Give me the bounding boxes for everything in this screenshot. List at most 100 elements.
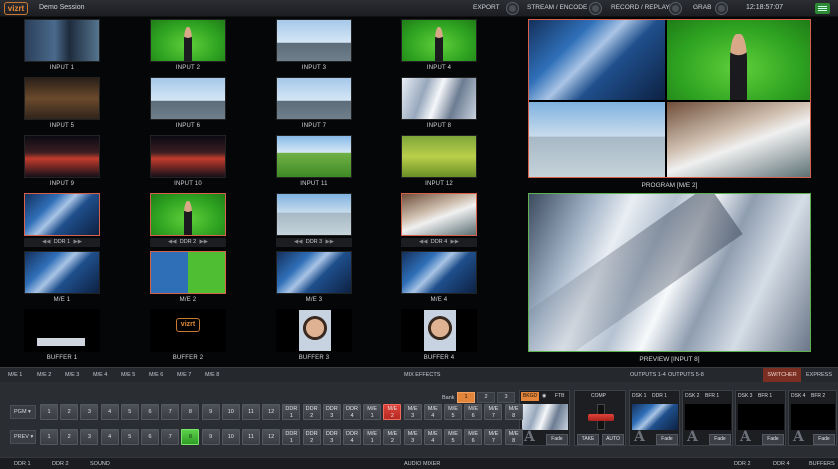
ddr-2-bar[interactable]: ◀◀ DDR 2 ▶▶ [150,238,226,247]
dsk-3-source[interactable]: BFR 1 [758,393,772,399]
prev-row-selector[interactable]: PREV ▾ [10,430,36,444]
ddr-3-bar[interactable]: ◀◀ DDR 3 ▶▶ [276,238,352,247]
pgm-source-button[interactable]: M/E 8 [504,404,523,420]
pgm-source-button[interactable]: DDR 2 [302,404,321,420]
ddr-4-thumbnail[interactable] [401,193,477,236]
tab-outputs-5-8[interactable]: OUTPUTS 5-8 [668,372,704,378]
export-gear-icon[interactable] [507,3,518,14]
prev-source-button[interactable]: M/E 5 [444,429,462,445]
buffer-2-thumbnail[interactable]: vizrt [150,309,226,352]
pgm-source-button[interactable]: M/E 7 [484,404,503,420]
prev-input-button[interactable]: 1 [40,429,58,445]
dsk-4-label[interactable]: DSK 4 [791,393,805,399]
tab-me-2[interactable]: M/E 2 [37,372,51,378]
prev-source-button[interactable]: M/E 8 [504,429,523,445]
dsk-4-fade-button[interactable]: Fade [813,434,835,445]
buffer-1-thumbnail[interactable] [24,309,100,352]
pgm-input-button[interactable]: 3 [80,404,99,420]
prev-source-button[interactable]: DDR 3 [322,429,341,445]
prev-source-button[interactable]: DDR 1 [282,429,301,445]
footer-ddr-2[interactable]: DDR 2 [52,461,69,467]
buffer-3-thumbnail[interactable] [276,309,352,352]
prev-source-button[interactable]: M/E 6 [464,429,483,445]
ddr-4-bar[interactable]: ◀◀ DDR 4 ▶▶ [401,238,477,247]
prev-source-button[interactable]: M/E 1 [363,429,382,445]
pgm-input-button[interactable]: 6 [141,404,159,420]
ddr-1-next-icon[interactable]: ▶▶ [74,238,82,247]
input-9-thumbnail[interactable] [24,135,100,178]
auto-button[interactable]: AUTO [602,434,624,445]
pgm-input-button[interactable]: 5 [120,404,139,420]
me-4-thumbnail[interactable] [401,251,477,294]
dsk-4-source[interactable]: BFR 2 [811,393,825,399]
buffer-4-thumbnail[interactable] [401,309,477,352]
prev-input-button[interactable]: 2 [60,429,79,445]
footer-buffers[interactable]: BUFFERS [809,461,835,467]
pgm-source-button[interactable]: M/E 4 [423,404,442,420]
tab-express[interactable]: EXPRESS [806,372,832,378]
tab-me-6[interactable]: M/E 6 [149,372,163,378]
ddr-2-prev-icon[interactable]: ◀◀ [168,238,176,247]
dsk-1-fade-button[interactable]: Fade [656,434,678,445]
pgm-source-button[interactable]: DDR 3 [322,404,341,420]
pgm-source-button[interactable]: M/E 5 [444,404,462,420]
dsk-1-source[interactable]: DDR 1 [652,393,667,399]
input-6-thumbnail[interactable] [150,77,226,120]
ddr-2-thumbnail[interactable] [150,193,226,236]
dsk-2-fade-button[interactable]: Fade [709,434,731,445]
prev-input-button[interactable]: 9 [201,429,220,445]
ddr-3-prev-icon[interactable]: ◀◀ [294,238,302,247]
take-button[interactable]: TAKE [577,434,599,445]
pgm-input-button[interactable]: 9 [201,404,220,420]
vizrt-logo[interactable]: vizrt [4,2,28,15]
input-4-thumbnail[interactable] [401,19,477,62]
bkgd-button[interactable]: BKGD [521,392,539,401]
prev-source-button[interactable]: M/E 4 [423,429,442,445]
ddr-1-prev-icon[interactable]: ◀◀ [42,238,50,247]
ddr-2-next-icon[interactable]: ▶▶ [200,238,208,247]
pgm-input-button[interactable]: 8 [181,404,200,420]
program-monitor[interactable] [528,19,811,178]
pgm-source-button[interactable]: DDR 1 [282,404,301,420]
prev-input-button[interactable]: 10 [221,429,240,445]
pgm-input-button[interactable]: 12 [262,404,281,420]
footer-audio-mixer[interactable]: AUDIO MIXER [404,461,440,467]
prev-input-button[interactable]: 11 [242,429,260,445]
pgm-source-button[interactable]: M/E 6 [464,404,483,420]
prev-source-button[interactable]: DDR 2 [302,429,321,445]
stream-encode-menu[interactable]: STREAM / ENCODE [527,4,587,11]
input-5-thumbnail[interactable] [24,77,100,120]
t-bar-handle[interactable] [588,414,614,421]
input-11-thumbnail[interactable] [276,135,352,178]
bank-2-button[interactable]: 2 [477,392,495,403]
ddr-3-thumbnail[interactable] [276,193,352,236]
ddr-4-next-icon[interactable]: ▶▶ [451,238,459,247]
grab-menu[interactable]: GRAB [693,4,711,11]
grab-gear-icon[interactable] [716,3,727,14]
pgm-source-button[interactable]: M/E 3 [403,404,422,420]
record-replay-menu[interactable]: RECORD / REPLAY [611,4,670,11]
dsk-2-source[interactable]: BFR 1 [705,393,719,399]
prev-source-button[interactable]: M/E 2 [383,429,402,445]
prev-source-button[interactable]: M/E 7 [484,429,503,445]
chat-icon[interactable] [815,3,830,14]
input-12-thumbnail[interactable] [401,135,477,178]
input-8-thumbnail[interactable] [401,77,477,120]
ddr-3-next-icon[interactable]: ▶▶ [326,238,334,247]
tab-me-4[interactable]: M/E 4 [93,372,107,378]
footer-sound[interactable]: SOUND [90,461,110,467]
bank-3-button[interactable]: 3 [497,392,515,403]
pgm-row-selector[interactable]: PGM ▾ [10,405,36,419]
ddr-1-thumbnail[interactable] [24,193,100,236]
pgm-input-button[interactable]: 2 [60,404,79,420]
footer-ddr-1[interactable]: DDR 1 [14,461,31,467]
me-1-thumbnail[interactable] [24,251,100,294]
preview-monitor[interactable] [528,193,811,352]
tab-outputs-1-4[interactable]: OUTPUTS 1-4 [630,372,666,378]
prev-input-button[interactable]: 7 [161,429,180,445]
dsk-2-label[interactable]: DSK 2 [685,393,699,399]
record-gear-icon[interactable] [670,3,681,14]
prev-input-button[interactable]: 12 [262,429,281,445]
prev-source-button[interactable]: M/E 3 [403,429,422,445]
me-3-thumbnail[interactable] [276,251,352,294]
